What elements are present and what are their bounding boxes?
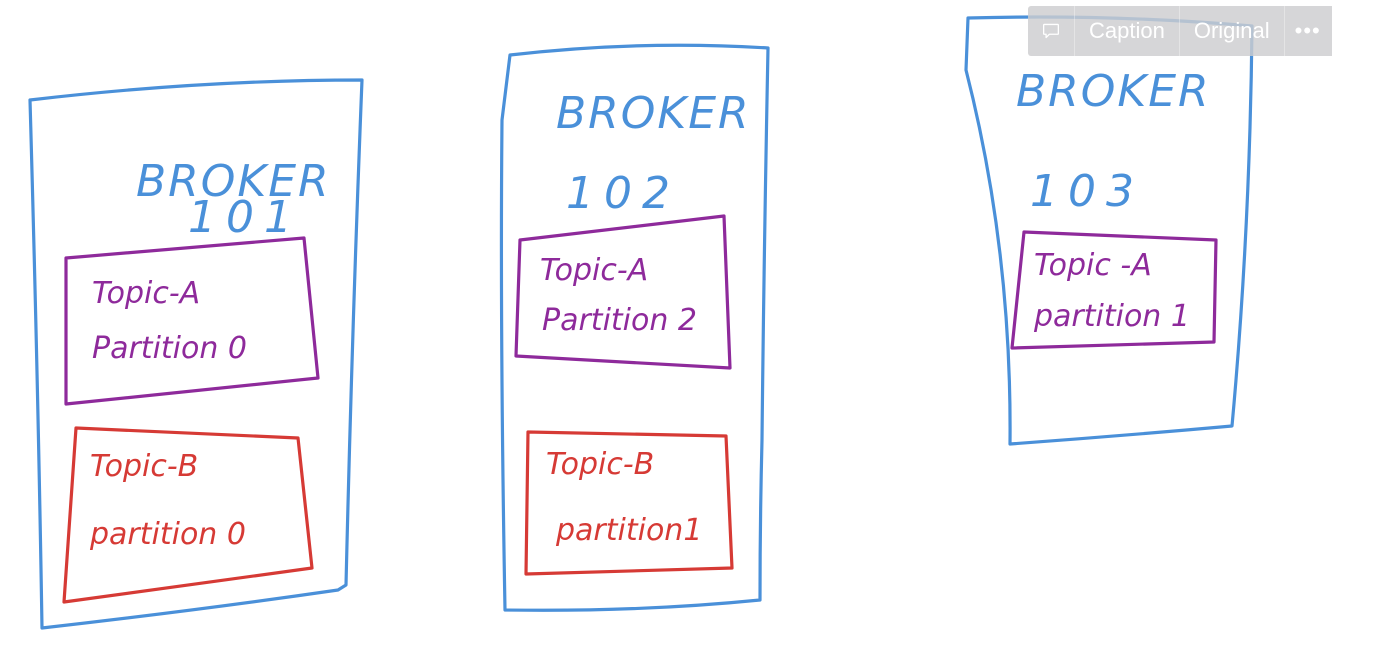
topic-label: Topic-B (90, 449, 198, 484)
broker-102-number: 102 (566, 168, 680, 219)
partition-box: Topic-B partition 0 (62, 426, 314, 604)
kafka-brokers-diagram: BROKER 101 Topic-A Partition 0 Topic-B p… (28, 15, 1254, 630)
partition-box: Topic -A partition 1 (1010, 230, 1218, 350)
topic-label: Topic-A (92, 276, 200, 311)
more-options-button[interactable]: ••• (1285, 6, 1327, 56)
partition-label: Partition 2 (542, 303, 697, 338)
broker-102: BROKER 102 Topic-A Partition 2 Topic-B p… (499, 43, 770, 612)
image-toolbar: Caption Original ••• (1028, 6, 1332, 56)
topic-label: Topic -A (1034, 248, 1152, 283)
topic-a-partition-0-box (64, 236, 320, 406)
topic-label: Topic-A (540, 253, 648, 288)
partition-label: partition 1 (1033, 299, 1190, 334)
topic-label: Topic-B (546, 447, 654, 482)
original-button[interactable]: Original (1180, 6, 1285, 56)
speech-bubble-icon (1042, 23, 1060, 39)
broker-101-number: 101 (188, 192, 302, 243)
broker-103-number: 103 (1030, 166, 1144, 217)
topic-a-partition-2-box (514, 214, 732, 370)
partition-box: Topic-A Partition 0 (64, 236, 320, 406)
partition-label: Partition 0 (92, 331, 247, 366)
partition-label: partition 0 (89, 517, 246, 552)
broker-103: BROKER 103 Topic -A partition 1 (964, 15, 1254, 446)
broker-101: BROKER 101 Topic-A Partition 0 Topic-B p… (28, 78, 364, 630)
comment-button[interactable] (1028, 6, 1075, 56)
partition-box: Topic-B partition1 (524, 430, 734, 576)
broker-103-title: BROKER (1016, 66, 1211, 117)
caption-button[interactable]: Caption (1075, 6, 1180, 56)
partition-label: partition1 (555, 513, 702, 548)
partition-box: Topic-A Partition 2 (514, 214, 732, 370)
broker-102-title: BROKER (556, 88, 751, 139)
